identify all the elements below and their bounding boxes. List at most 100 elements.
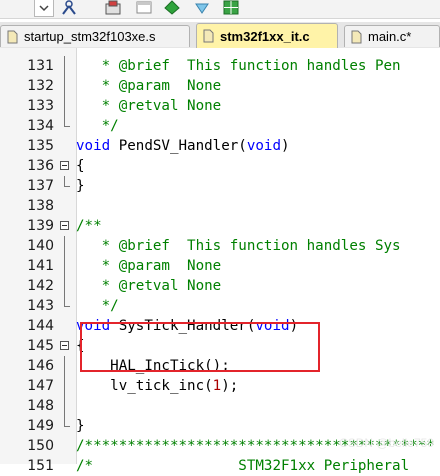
code-line[interactable]: 138 xyxy=(0,196,440,216)
file-icon xyxy=(203,29,214,43)
grid-icon[interactable] xyxy=(222,0,240,15)
code-token: * @param None xyxy=(76,78,222,94)
code-line[interactable]: 132 * @param None xyxy=(0,76,440,96)
line-number: 148 xyxy=(27,398,54,414)
toolbar xyxy=(0,0,440,19)
build-icon[interactable] xyxy=(104,0,122,15)
fold-toggle-icon[interactable] xyxy=(59,216,71,236)
code-line[interactable]: 137} xyxy=(0,176,440,196)
code-token: */ xyxy=(76,298,119,314)
line-number: 142 xyxy=(27,278,54,294)
code-token: lv_tick_inc( xyxy=(76,378,213,394)
line-number: 144 xyxy=(27,318,54,334)
fold-line xyxy=(59,356,71,376)
line-number: 133 xyxy=(27,98,54,114)
line-number: 147 xyxy=(27,378,54,394)
code-line[interactable]: 139 /** xyxy=(0,216,440,236)
code-token: * @brief This function handles Sys xyxy=(76,238,401,254)
highlight-annotation xyxy=(80,322,320,372)
fold-line xyxy=(59,76,71,96)
dropdown-button[interactable] xyxy=(34,0,54,17)
fold-toggle-icon[interactable] xyxy=(59,336,71,356)
fold-line xyxy=(59,396,71,416)
fold-line xyxy=(59,236,71,256)
line-number: 131 xyxy=(27,58,54,74)
code-text: * @retval None xyxy=(76,276,222,296)
code-token: /** xyxy=(76,218,102,234)
code-line[interactable]: 135 void PendSV_Handler(void) xyxy=(0,136,440,156)
code-line[interactable]: 148 xyxy=(0,396,440,416)
fold-toggle-icon[interactable] xyxy=(59,156,71,176)
tab-label: startup_stm32f103xe.s xyxy=(24,29,156,44)
fold-line xyxy=(59,56,71,76)
code-text: } xyxy=(76,416,85,436)
code-token: * @retval None xyxy=(76,98,222,114)
code-token: void xyxy=(246,138,282,154)
window-icon[interactable] xyxy=(135,0,153,15)
fold-end xyxy=(59,116,71,136)
code-token: { xyxy=(76,158,85,174)
code-text: */ xyxy=(76,296,119,316)
code-line[interactable]: 133 * @retval None xyxy=(0,96,440,116)
code-token: ); xyxy=(221,378,239,394)
code-line[interactable]: 136 { xyxy=(0,156,440,176)
code-text: { xyxy=(76,156,85,176)
line-number: 146 xyxy=(27,358,54,374)
file-icon xyxy=(7,30,18,44)
code-line[interactable]: 140 * @brief This function handles Sys xyxy=(0,236,440,256)
fold-none xyxy=(59,436,71,456)
code-text: */ xyxy=(76,116,119,136)
line-number: 138 xyxy=(27,198,54,214)
code-text: * @param None xyxy=(76,76,222,96)
line-number: 135 xyxy=(27,138,54,154)
code-token: * @param None xyxy=(76,258,222,274)
line-number: 143 xyxy=(27,298,54,314)
fold-end xyxy=(59,176,71,196)
code-token: 1 xyxy=(212,378,222,394)
code-text: * @param None xyxy=(76,256,222,276)
chevron-down-icon xyxy=(39,5,49,12)
fold-line xyxy=(59,256,71,276)
code-token: ) xyxy=(281,138,290,154)
fold-end xyxy=(59,296,71,316)
code-editor[interactable]: 131 * @brief This function handles Pen 13… xyxy=(0,48,440,474)
code-text: * @brief This function handles Sys xyxy=(76,236,401,256)
code-text: /** xyxy=(76,216,102,236)
fold-end xyxy=(59,416,71,436)
code-token: * @retval None xyxy=(76,278,222,294)
line-number: 151 xyxy=(27,458,54,474)
tab-label: stm32f1xx_it.c xyxy=(220,28,310,44)
code-text: void PendSV_Handler(void) xyxy=(76,136,290,156)
code-text: lv_tick_inc(1); xyxy=(76,376,238,396)
tab-label: main.c* xyxy=(368,29,412,44)
code-text: } xyxy=(76,176,85,196)
line-number: 139 xyxy=(27,218,54,234)
code-token: */ xyxy=(76,118,119,134)
diamond-icon[interactable] xyxy=(163,0,181,15)
line-number: 150 xyxy=(27,438,54,454)
code-line[interactable]: 151 /* STM32F1xx Peripheral xyxy=(0,456,440,476)
tab-startup-file[interactable]: startup_stm32f103xe.s xyxy=(0,25,190,47)
code-line[interactable]: 143 */ xyxy=(0,296,440,316)
code-line[interactable]: 134 */ xyxy=(0,116,440,136)
code-token: /* STM32F1xx Peripheral xyxy=(76,458,410,474)
tool-icon[interactable] xyxy=(60,0,78,15)
code-text: * @brief This function handles Pen xyxy=(76,56,401,76)
code-token: PendSV_Handler( xyxy=(110,138,247,154)
code-line[interactable]: 147 lv_tick_inc(1); xyxy=(0,376,440,396)
code-line[interactable]: 141 * @param None xyxy=(0,256,440,276)
fold-none xyxy=(59,196,71,216)
code-line[interactable]: 149} xyxy=(0,416,440,436)
watermark: CSDN @belle759 xyxy=(339,436,434,450)
fold-line xyxy=(59,376,71,396)
tab-stm32f1xx-it[interactable]: stm32f1xx_it.c xyxy=(196,23,338,48)
gem-icon[interactable] xyxy=(193,0,211,15)
code-token: void xyxy=(76,138,111,154)
fold-line xyxy=(59,96,71,116)
code-line[interactable]: 131 * @brief This function handles Pen xyxy=(0,56,440,76)
fold-none xyxy=(59,316,71,336)
line-number: 137 xyxy=(27,178,54,194)
tab-main-c[interactable]: main.c* xyxy=(344,25,440,47)
code-token: * @brief This function handles Pen xyxy=(76,58,401,74)
code-line[interactable]: 142 * @retval None xyxy=(0,276,440,296)
